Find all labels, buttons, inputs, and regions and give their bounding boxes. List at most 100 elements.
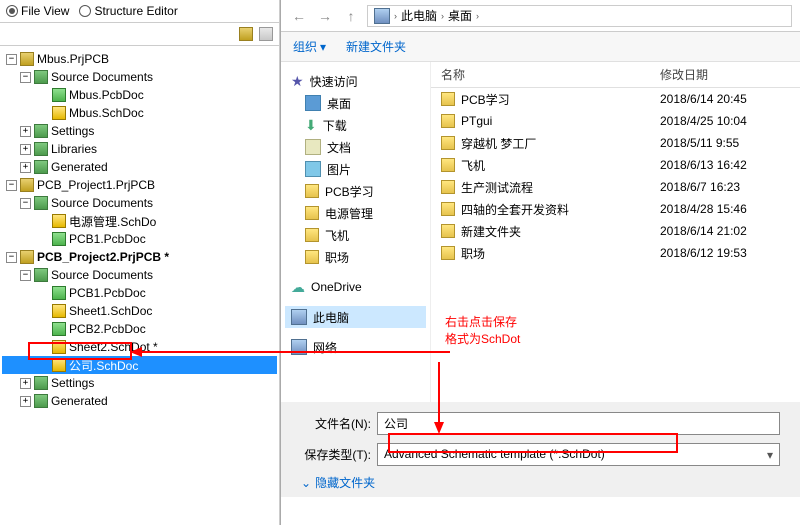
tree-pcb1-p2[interactable]: PCB1.PcbDoc — [2, 284, 277, 302]
tree-generated[interactable]: +Generated — [2, 392, 277, 410]
expand-icon[interactable]: − — [6, 180, 17, 191]
tree-mbus-pcbdoc[interactable]: Mbus.PcbDoc — [2, 86, 277, 104]
new-folder-button[interactable]: 新建文件夹 — [346, 38, 406, 55]
filename-row: 文件名(N): — [301, 412, 780, 435]
tree-generated[interactable]: +Generated — [2, 158, 277, 176]
nav-desktop[interactable]: 桌面 — [285, 92, 426, 114]
file-view-radio[interactable]: File View — [6, 4, 69, 18]
structure-editor-radio[interactable]: Structure Editor — [79, 4, 177, 18]
nav-this-pc[interactable]: 此电脑 — [285, 306, 426, 328]
sch-icon — [52, 214, 66, 228]
pcb-icon — [52, 322, 66, 336]
file-name-label: PCB学习 — [461, 91, 510, 108]
tree-project-mbus[interactable]: −Mbus.PrjPCB — [2, 50, 277, 68]
file-row[interactable]: 穿越机 梦工厂2018/5/11 9:55 — [431, 132, 800, 154]
file-date-label: 2018/6/14 20:45 — [660, 92, 800, 106]
nav-plane[interactable]: 飞机 — [285, 224, 426, 246]
tree-pcb2[interactable]: PCB2.PcbDoc — [2, 320, 277, 338]
nav-downloads[interactable]: ⬇下载 — [285, 114, 426, 136]
folder-icon — [441, 224, 455, 238]
project-icon — [20, 250, 34, 264]
file-date-label: 2018/6/7 16:23 — [660, 180, 800, 194]
expand-icon[interactable]: + — [20, 378, 31, 389]
pictures-icon — [305, 161, 321, 177]
nav-quick-access[interactable]: ★快速访问 — [285, 70, 426, 92]
tree-sheet2[interactable]: Sheet2.SchDot * — [2, 338, 277, 356]
file-row[interactable]: 飞机2018/6/13 16:42 — [431, 154, 800, 176]
save-dialog: ← → ↑ › 此电脑 › 桌面 › 组织 ▾ 新建文件夹 ★快速访问 桌面 ⬇… — [280, 0, 800, 525]
folder-icon — [34, 268, 48, 282]
nav-up-icon[interactable]: ↑ — [341, 6, 361, 26]
toolbar-icon-2[interactable] — [259, 27, 273, 41]
folder-icon — [34, 124, 48, 138]
expand-icon[interactable]: − — [20, 72, 31, 83]
expand-icon[interactable]: + — [20, 162, 31, 173]
nav-forward-icon[interactable]: → — [315, 6, 335, 26]
tree-project2[interactable]: −PCB_Project2.PrjPCB * — [2, 248, 277, 266]
tree-sheet1[interactable]: Sheet1.SchDoc — [2, 302, 277, 320]
address-path[interactable]: › 此电脑 › 桌面 › — [367, 5, 792, 27]
chevron-right-icon: › — [476, 11, 479, 21]
sch-icon — [52, 106, 66, 120]
tree-settings[interactable]: +Settings — [2, 122, 277, 140]
folder-icon — [441, 92, 455, 106]
tree-source-docs[interactable]: −Source Documents — [2, 68, 277, 86]
folder-icon — [441, 136, 455, 150]
file-list-header[interactable]: 名称 修改日期 — [431, 62, 800, 88]
folder-icon — [34, 394, 48, 408]
hide-folders-link[interactable]: ⌄隐藏文件夹 — [301, 474, 780, 491]
tree-project1[interactable]: −PCB_Project1.PrjPCB — [2, 176, 277, 194]
file-name-label: PTgui — [461, 114, 492, 128]
project-tree-panel: File View Structure Editor −Mbus.PrjPCB … — [0, 0, 280, 525]
crumb-desktop[interactable]: 桌面 — [448, 7, 472, 24]
filetype-combo[interactable]: Advanced Schematic template (*.SchDot) — [377, 443, 780, 466]
file-date-label: 2018/5/11 9:55 — [660, 136, 800, 150]
filename-input[interactable] — [377, 412, 780, 435]
folder-icon — [34, 160, 48, 174]
chevron-down-icon: ⌄ — [301, 476, 311, 490]
tree-pcb1[interactable]: PCB1.PcbDoc — [2, 230, 277, 248]
nav-pictures[interactable]: 图片 — [285, 158, 426, 180]
expand-icon[interactable]: + — [20, 126, 31, 137]
file-name-label: 新建文件夹 — [461, 223, 521, 240]
file-row[interactable]: 四轴的全套开发资料2018/4/28 15:46 — [431, 198, 800, 220]
file-row[interactable]: 生产测试流程2018/6/7 16:23 — [431, 176, 800, 198]
expand-icon[interactable]: − — [6, 252, 17, 263]
tree-mbus-schdoc[interactable]: Mbus.SchDoc — [2, 104, 277, 122]
expand-icon[interactable]: − — [20, 198, 31, 209]
nav-work[interactable]: 职场 — [285, 246, 426, 268]
chevron-right-icon: › — [394, 11, 397, 21]
nav-network[interactable]: 网络 — [285, 336, 426, 358]
desktop-icon — [305, 95, 321, 111]
file-row[interactable]: PTgui2018/4/25 10:04 — [431, 110, 800, 132]
structure-editor-label: Structure Editor — [94, 4, 177, 18]
filetype-row: 保存类型(T): Advanced Schematic template (*.… — [301, 443, 780, 466]
tree-settings[interactable]: +Settings — [2, 374, 277, 392]
file-row[interactable]: 职场2018/6/12 19:53 — [431, 242, 800, 264]
expand-icon[interactable]: − — [6, 54, 17, 65]
nav-pcb-learn[interactable]: PCB学习 — [285, 180, 426, 202]
column-date[interactable]: 修改日期 — [660, 66, 800, 83]
column-name[interactable]: 名称 — [431, 66, 660, 83]
expand-icon[interactable]: + — [20, 144, 31, 155]
file-row[interactable]: PCB学习 2018/6/14 20:45 — [431, 88, 800, 110]
toolbar-icon-1[interactable] — [239, 27, 253, 41]
chevron-down-icon: ▾ — [320, 40, 326, 54]
folder-icon — [441, 114, 455, 128]
tree-source-docs[interactable]: −Source Documents — [2, 194, 277, 212]
expand-icon[interactable]: + — [20, 396, 31, 407]
project-icon — [20, 178, 34, 192]
nav-back-icon[interactable]: ← — [289, 6, 309, 26]
tree-source-docs[interactable]: −Source Documents — [2, 266, 277, 284]
file-date-label: 2018/6/14 21:02 — [660, 224, 800, 238]
crumb-this-pc[interactable]: 此电脑 — [401, 7, 437, 24]
nav-onedrive[interactable]: ☁OneDrive — [285, 276, 426, 298]
tree-libraries[interactable]: +Libraries — [2, 140, 277, 158]
file-row[interactable]: 新建文件夹 2018/6/14 21:02 — [431, 220, 800, 242]
tree-psu-schdoc[interactable]: 电源管理.SchDo — [2, 212, 277, 230]
expand-icon[interactable]: − — [20, 270, 31, 281]
tree-company-schdoc[interactable]: 公司.SchDoc — [2, 356, 277, 374]
nav-documents[interactable]: 文档 — [285, 136, 426, 158]
nav-psu[interactable]: 电源管理 — [285, 202, 426, 224]
organize-button[interactable]: 组织 ▾ — [293, 38, 326, 55]
